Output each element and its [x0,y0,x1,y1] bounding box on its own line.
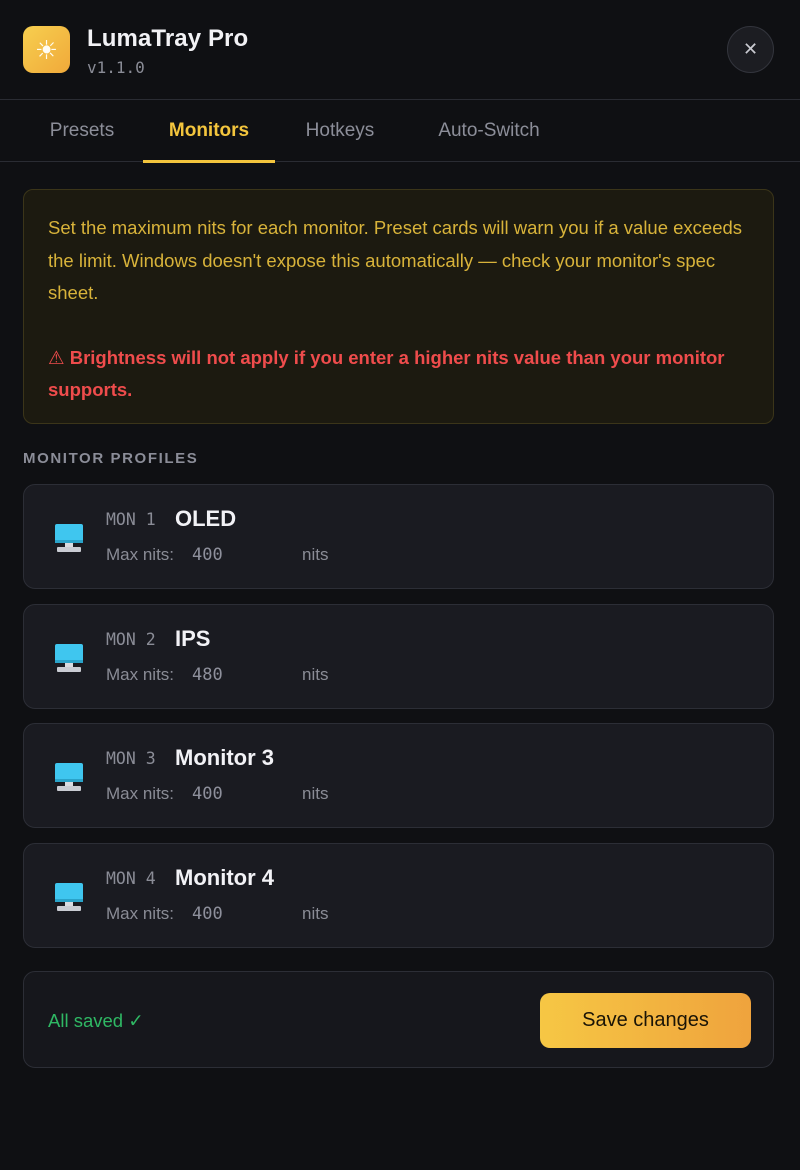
monitor-name: Monitor 3 [175,745,274,770]
max-nits-input[interactable] [190,900,290,928]
nits-unit: nits [302,784,329,803]
close-button[interactable]: ✕ [727,26,774,73]
save-button[interactable]: Save changes [540,993,751,1048]
app-header: ☀ LumaTray Pro v1.1.0 ✕ [0,0,800,100]
nits-unit: nits [302,545,329,564]
monitor-icon [55,644,83,672]
monitor-name: IPS [175,626,211,651]
monitor-id: MON 2 [106,630,156,649]
nits-unit: nits [302,904,329,923]
notice-warning: ⚠ Brightness will not apply if you enter… [48,346,725,401]
section-heading: MONITOR PROFILES [23,450,199,467]
tab-presets[interactable]: Presets [28,100,136,162]
monitor-card: MON 4 Monitor 4 Max nits: nits [23,843,774,948]
nits-unit: nits [302,665,329,684]
monitor-icon [55,524,83,552]
sun-icon: ☀ [23,26,70,73]
max-nits-input[interactable] [190,541,290,569]
monitor-name: Monitor 4 [175,865,274,890]
monitor-name: OLED [175,506,237,531]
tab-bar: Presets Monitors Hotkeys Auto-Switch [0,100,800,163]
max-nits-input[interactable] [190,661,290,689]
close-icon: ✕ [742,39,759,59]
tab-monitors[interactable]: Monitors [143,100,275,163]
monitor-card: MON 1 OLED Max nits: nits [23,484,774,589]
monitor-icon [55,883,83,911]
max-nits-label: Max nits: [106,784,175,803]
max-nits-input[interactable] [190,780,290,808]
monitor-id: MON 4 [106,869,156,888]
logo-glyph: ☀ [34,34,59,65]
monitor-icon [55,763,83,791]
max-nits-label: Max nits: [106,545,175,564]
save-status: All saved ✓ [48,1010,144,1031]
monitor-card: MON 2 IPS Max nits: nits [23,604,774,709]
monitor-id: MON 1 [106,510,156,529]
max-nits-label: Max nits: [106,904,175,923]
app-version: v1.1.0 [87,58,145,77]
notice-text: Set the maximum nits for each monitor. P… [48,217,743,303]
max-nits-label: Max nits: [106,665,175,684]
tab-auto-switch[interactable]: Auto-Switch [414,100,564,162]
info-notice: Set the maximum nits for each monitor. P… [23,189,774,424]
monitor-id: MON 3 [106,749,156,768]
monitor-card: MON 3 Monitor 3 Max nits: nits [23,723,774,828]
tab-hotkeys[interactable]: Hotkeys [286,100,394,162]
footer-bar: All saved ✓ Save changes [23,971,774,1068]
app-title: LumaTray Pro [87,25,249,52]
